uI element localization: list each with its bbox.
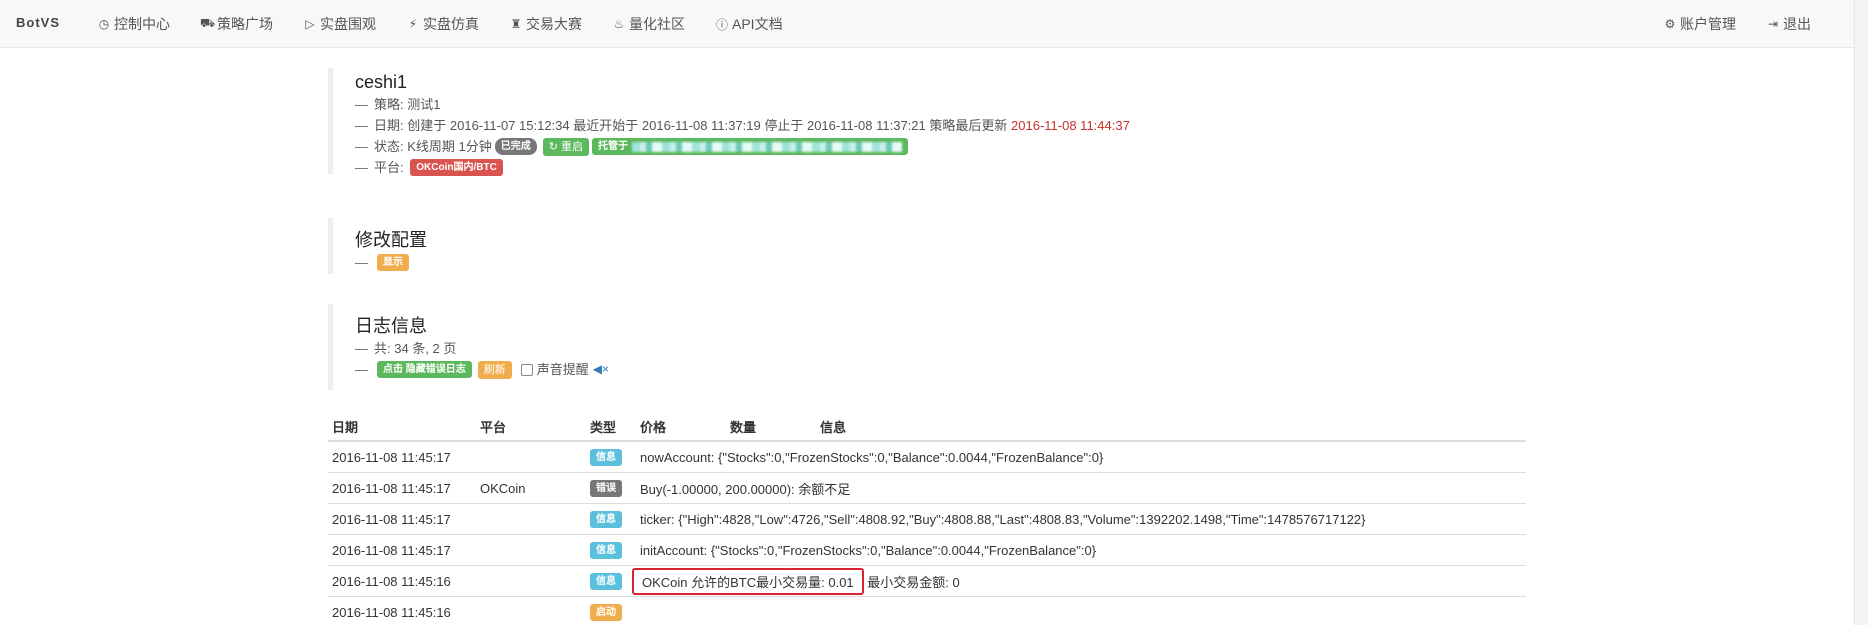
cell-date: 2016-11-08 11:45:17 <box>332 511 451 527</box>
cell-date: 2016-11-08 11:45:16 <box>332 573 451 589</box>
restart-button[interactable]: ↻ 重启 <box>542 137 590 156</box>
col-qty[interactable]: 数量 <box>730 417 820 436</box>
logs-title: 日志信息 <box>355 316 427 336</box>
highlight-box: OKCoin 允许的BTC最小交易量: 0.01 <box>632 567 864 595</box>
robot-info-section: ceshi1 — 策略: 测试1 — 日期: 创建于 2016-11-07 15:… <box>328 68 1130 176</box>
clock-icon: ◷ <box>98 17 110 31</box>
nav-item-right-1[interactable]: ⇥ 退出 <box>1751 0 1826 48</box>
strategy-link[interactable]: 测试1 <box>407 94 440 115</box>
log-table: 日期 平台 类型 价格 数量 信息 2016-11-08 11:45:17 信息 n… <box>328 412 1526 625</box>
top-navbar: BotVS ◷ 控制中心 ⛟ 策略广场 ▷ 实盘围观 ⚡ 实盘仿真 ♜ 交易大赛 ♨ 量化社区 ⓘ API… <box>0 0 1868 48</box>
nav-item-right-0[interactable]: ⚙ 账户管理 <box>1648 0 1751 48</box>
strategy-line: — 策略: 测试1 <box>355 94 1130 115</box>
nav-item-left-2[interactable]: ▷ 实盘围观 <box>288 0 391 48</box>
nav-left: ◷ 控制中心 ⛟ 策略广场 ▷ 实盘围观 ⚡ 实盘仿真 ♜ 交易大赛 ♨ 量化社区 ⓘ API文档 <box>82 0 798 48</box>
config-title: 修改配置 <box>355 230 427 250</box>
sound-checkbox[interactable] <box>520 363 533 376</box>
created-date: 2016-11-07 15:12:34 <box>449 118 570 133</box>
show-config-button[interactable]: 显示 <box>377 254 409 271</box>
nav-label: 策略广场 <box>217 16 273 32</box>
logout-icon: ⇥ <box>1767 17 1779 31</box>
nav-item-left-5[interactable]: ♨ 量化社区 <box>597 0 700 48</box>
cell-date: 2016-11-08 11:45:17 <box>332 449 451 465</box>
platform-line: — 平台: OKCoin国内/BTC <box>355 157 1130 178</box>
scrollbar[interactable] <box>1854 0 1868 625</box>
cell-info: ticker: {"High":4828,"Low":4726,"Sell":4… <box>640 511 1366 527</box>
platform-badge: OKCoin国内/BTC <box>410 159 503 176</box>
type-badge: 信息 <box>590 542 622 559</box>
nav-item-left-1[interactable]: ⛟ 策略广场 <box>185 0 288 48</box>
cell-date: 2016-11-08 11:45:17 <box>332 480 451 496</box>
col-type[interactable]: 类型 <box>590 417 640 436</box>
cell-date: 2016-11-08 11:45:17 <box>332 542 451 558</box>
flash-icon: ⚡ <box>408 17 418 31</box>
kline-period: K线周期 1分钟 <box>407 139 492 154</box>
cell-platform: OKCoin <box>480 480 526 496</box>
nav-label: 交易大赛 <box>526 16 582 32</box>
refresh-button[interactable]: 刷新 <box>477 360 512 379</box>
logs-section: 日志信息 — 共: 34 条, 2 页 — 点击 隐藏错误日志 刷新 声音提醒 … <box>328 304 609 390</box>
table-header: 日期 平台 类型 价格 数量 信息 <box>328 412 1526 442</box>
cell-info: Buy(-1.00000, 200.00000): 余额不足 <box>640 481 851 497</box>
table-row: 2016-11-08 11:45:17 信息 initAccount: {"Stoc… <box>328 535 1526 566</box>
robot-name: ceshi1 <box>355 72 408 92</box>
type-badge: 信息 <box>590 573 622 590</box>
cell-info: nowAccount: {"Stocks":0,"FrozenStocks":0… <box>640 449 1104 465</box>
type-badge: 信息 <box>590 449 622 466</box>
updated-date: 2016-11-08 11:44:37 <box>1011 118 1130 133</box>
nav-label: 实盘仿真 <box>423 16 479 32</box>
config-section: 修改配置 — 显示 <box>328 218 427 274</box>
speaker-mute-icon[interactable]: ◀× <box>593 359 609 380</box>
nav-label: API文档 <box>732 16 783 32</box>
col-platform[interactable]: 平台 <box>480 417 590 436</box>
play-circle-icon: ▷ <box>305 17 315 31</box>
nav-label: 退出 <box>1783 16 1811 32</box>
hide-errors-button[interactable]: 点击 隐藏错误日志 <box>377 361 472 378</box>
sound-label: 声音提醒 <box>536 362 589 377</box>
type-badge: 启动 <box>590 604 622 621</box>
table-row: 2016-11-08 11:45:16 启动 <box>328 597 1526 625</box>
info-rest: 最小交易金额: 0 <box>863 574 960 590</box>
status-badge: 已完成 <box>494 138 537 155</box>
col-date[interactable]: 日期 <box>328 417 480 436</box>
table-row: 2016-11-08 11:45:16 信息 OKCoin 允许的BTC最小交易量:… <box>328 566 1526 597</box>
log-count: 共: 34 条, 2 页 <box>374 341 457 356</box>
col-info[interactable]: 信息 <box>820 417 1526 436</box>
table-row: 2016-11-08 11:45:17 OKCoin 错误 Buy(-1.00000,… <box>328 473 1526 504</box>
brand-logo[interactable]: BotVS <box>16 15 60 30</box>
nav-item-left-0[interactable]: ◷ 控制中心 <box>82 0 185 48</box>
cart-icon: ⛟ <box>200 16 216 30</box>
type-badge: 错误 <box>590 480 622 497</box>
status-line: — 状态: K线周期 1分钟 已完成 ↻ 重启 托管于 <box>355 136 1130 157</box>
nav-label: 控制中心 <box>114 16 170 32</box>
table-row: 2016-11-08 11:45:17 信息 ticker: {"High":482… <box>328 504 1526 535</box>
col-price[interactable]: 价格 <box>640 417 730 436</box>
nav-label: 实盘围观 <box>320 16 376 32</box>
nav-item-left-3[interactable]: ⚡ 实盘仿真 <box>391 0 494 48</box>
started-date: 2016-11-08 11:37:19 <box>641 118 761 133</box>
type-badge: 信息 <box>590 511 622 528</box>
trophy-icon: ♜ <box>510 17 522 31</box>
fire-icon: ♨ <box>613 17 625 31</box>
cell-info: initAccount: {"Stocks":0,"FrozenStocks":… <box>640 542 1097 558</box>
hosted-badge: 托管于 <box>592 138 909 155</box>
table-row: 2016-11-08 11:45:17 信息 nowAccount: {"Stock… <box>328 442 1526 473</box>
stopped-date: 2016-11-08 11:37:21 <box>806 118 926 133</box>
nav-right: ⚙ 账户管理 ⇥ 退出 <box>1648 0 1826 48</box>
date-line: — 日期: 创建于 2016-11-07 15:12:34 最近开始于 2016… <box>355 115 1130 136</box>
nav-item-left-4[interactable]: ♜ 交易大赛 <box>494 0 597 48</box>
info-icon: ⓘ <box>715 17 728 32</box>
table-body: 2016-11-08 11:45:17 信息 nowAccount: {"Stock… <box>328 442 1526 625</box>
refresh-icon: ↻ <box>548 140 558 153</box>
cell-info: OKCoin 允许的BTC最小交易量: 0.01 最小交易金额: 0 <box>632 567 960 595</box>
cell-date: 2016-11-08 11:45:16 <box>332 604 451 620</box>
gear-icon: ⚙ <box>1664 17 1676 31</box>
redacted-host <box>632 141 903 152</box>
nav-label: 账户管理 <box>1680 16 1736 32</box>
nav-label: 量化社区 <box>629 16 685 32</box>
nav-item-left-6[interactable]: ⓘ API文档 <box>700 0 798 48</box>
